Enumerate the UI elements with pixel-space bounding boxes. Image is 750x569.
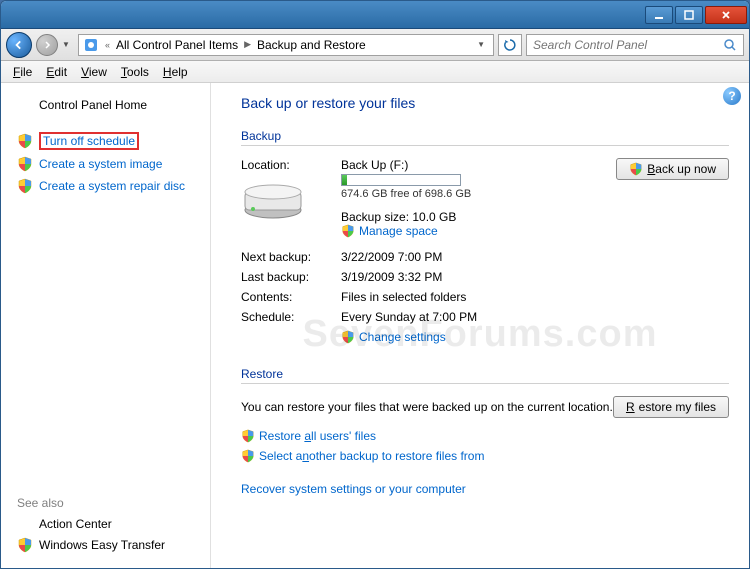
last-backup-value: 3/19/2009 3:32 PM [341,270,442,284]
main-panel: ? Back up or restore your files Backup L… [211,83,749,568]
sidebar: Control Panel Home Turn off schedule Cre… [1,83,211,568]
menu-file[interactable]: File [7,64,38,80]
menu-edit[interactable]: Edit [40,64,73,80]
sidebar-create-repair-disc[interactable]: Create a system repair disc [1,175,210,197]
page-title: Back up or restore your files [241,95,729,111]
restore-section-header: Restore [241,367,729,384]
control-panel-home-link[interactable]: Control Panel Home [1,95,210,115]
control-panel-icon [83,37,99,53]
maximize-button[interactable] [675,6,703,24]
schedule-value: Every Sunday at 7:00 PM [341,310,477,324]
select-another-backup-link[interactable]: Select another backup to restore files f… [241,449,484,463]
manage-space-link[interactable]: Manage space [341,224,438,238]
see-also-header: See also [1,492,210,514]
backup-size: Backup size: 10.0 GB [341,210,496,224]
contents-value: Files in selected folders [341,290,466,304]
shield-icon [241,449,255,463]
backup-now-button[interactable]: Back up now [616,158,729,180]
change-settings-link[interactable]: Change settings [341,330,446,344]
menu-help[interactable]: Help [157,64,194,80]
titlebar [1,1,749,29]
free-space: 674.6 GB free of 698.6 GB [341,188,496,200]
shield-icon [17,156,33,172]
backup-section-header: Backup [241,129,729,146]
shield-icon [241,429,255,443]
shield-icon [341,330,355,344]
close-button[interactable] [705,6,747,24]
drive-icon [241,180,305,220]
breadcrumb-box[interactable]: « All Control Panel Items ▶ Backup and R… [78,34,494,56]
next-backup-label: Next backup: [241,250,341,264]
search-input[interactable] [533,38,723,52]
search-box[interactable] [526,34,744,56]
shield-icon [629,162,643,176]
chevron-right-icon: ▶ [242,39,253,50]
address-bar: ▼ « All Control Panel Items ▶ Backup and… [1,29,749,61]
refresh-button[interactable] [498,34,522,56]
breadcrumb-prev[interactable]: All Control Panel Items [116,38,238,52]
breadcrumb-chevrons: « [103,40,112,50]
sidebar-create-system-image[interactable]: Create a system image [1,153,210,175]
space-progress [341,174,461,186]
forward-button[interactable] [36,34,58,56]
shield-icon [341,224,355,238]
location-value: Back Up (F:) [341,158,496,172]
restore-all-users-link[interactable]: Restore all users' files [241,429,376,443]
menu-bar: File Edit View Tools Help [1,61,749,83]
back-button[interactable] [6,32,32,58]
schedule-label: Schedule: [241,310,341,324]
menu-tools[interactable]: Tools [115,64,155,80]
restore-note: You can restore your files that were bac… [241,400,613,414]
search-icon [723,38,737,52]
address-dropdown[interactable]: ▼ [473,40,489,49]
minimize-button[interactable] [645,6,673,24]
shield-icon [17,133,33,149]
sidebar-action-center[interactable]: Action Center [1,514,210,534]
menu-view[interactable]: View [75,64,113,80]
help-icon[interactable]: ? [723,87,741,105]
breadcrumb-current[interactable]: Backup and Restore [257,38,366,52]
shield-icon [17,537,33,553]
recover-system-link[interactable]: Recover system settings or your computer [241,482,466,496]
nav-history-dropdown[interactable]: ▼ [62,40,74,49]
next-backup-value: 3/22/2009 7:00 PM [341,250,442,264]
restore-my-files-button[interactable]: Restore my files [613,396,729,418]
shield-icon [17,178,33,194]
location-label: Location: [241,158,341,172]
contents-label: Contents: [241,290,341,304]
last-backup-label: Last backup: [241,270,341,284]
sidebar-easy-transfer[interactable]: Windows Easy Transfer [1,534,210,556]
sidebar-turn-off-schedule[interactable]: Turn off schedule [1,129,210,153]
